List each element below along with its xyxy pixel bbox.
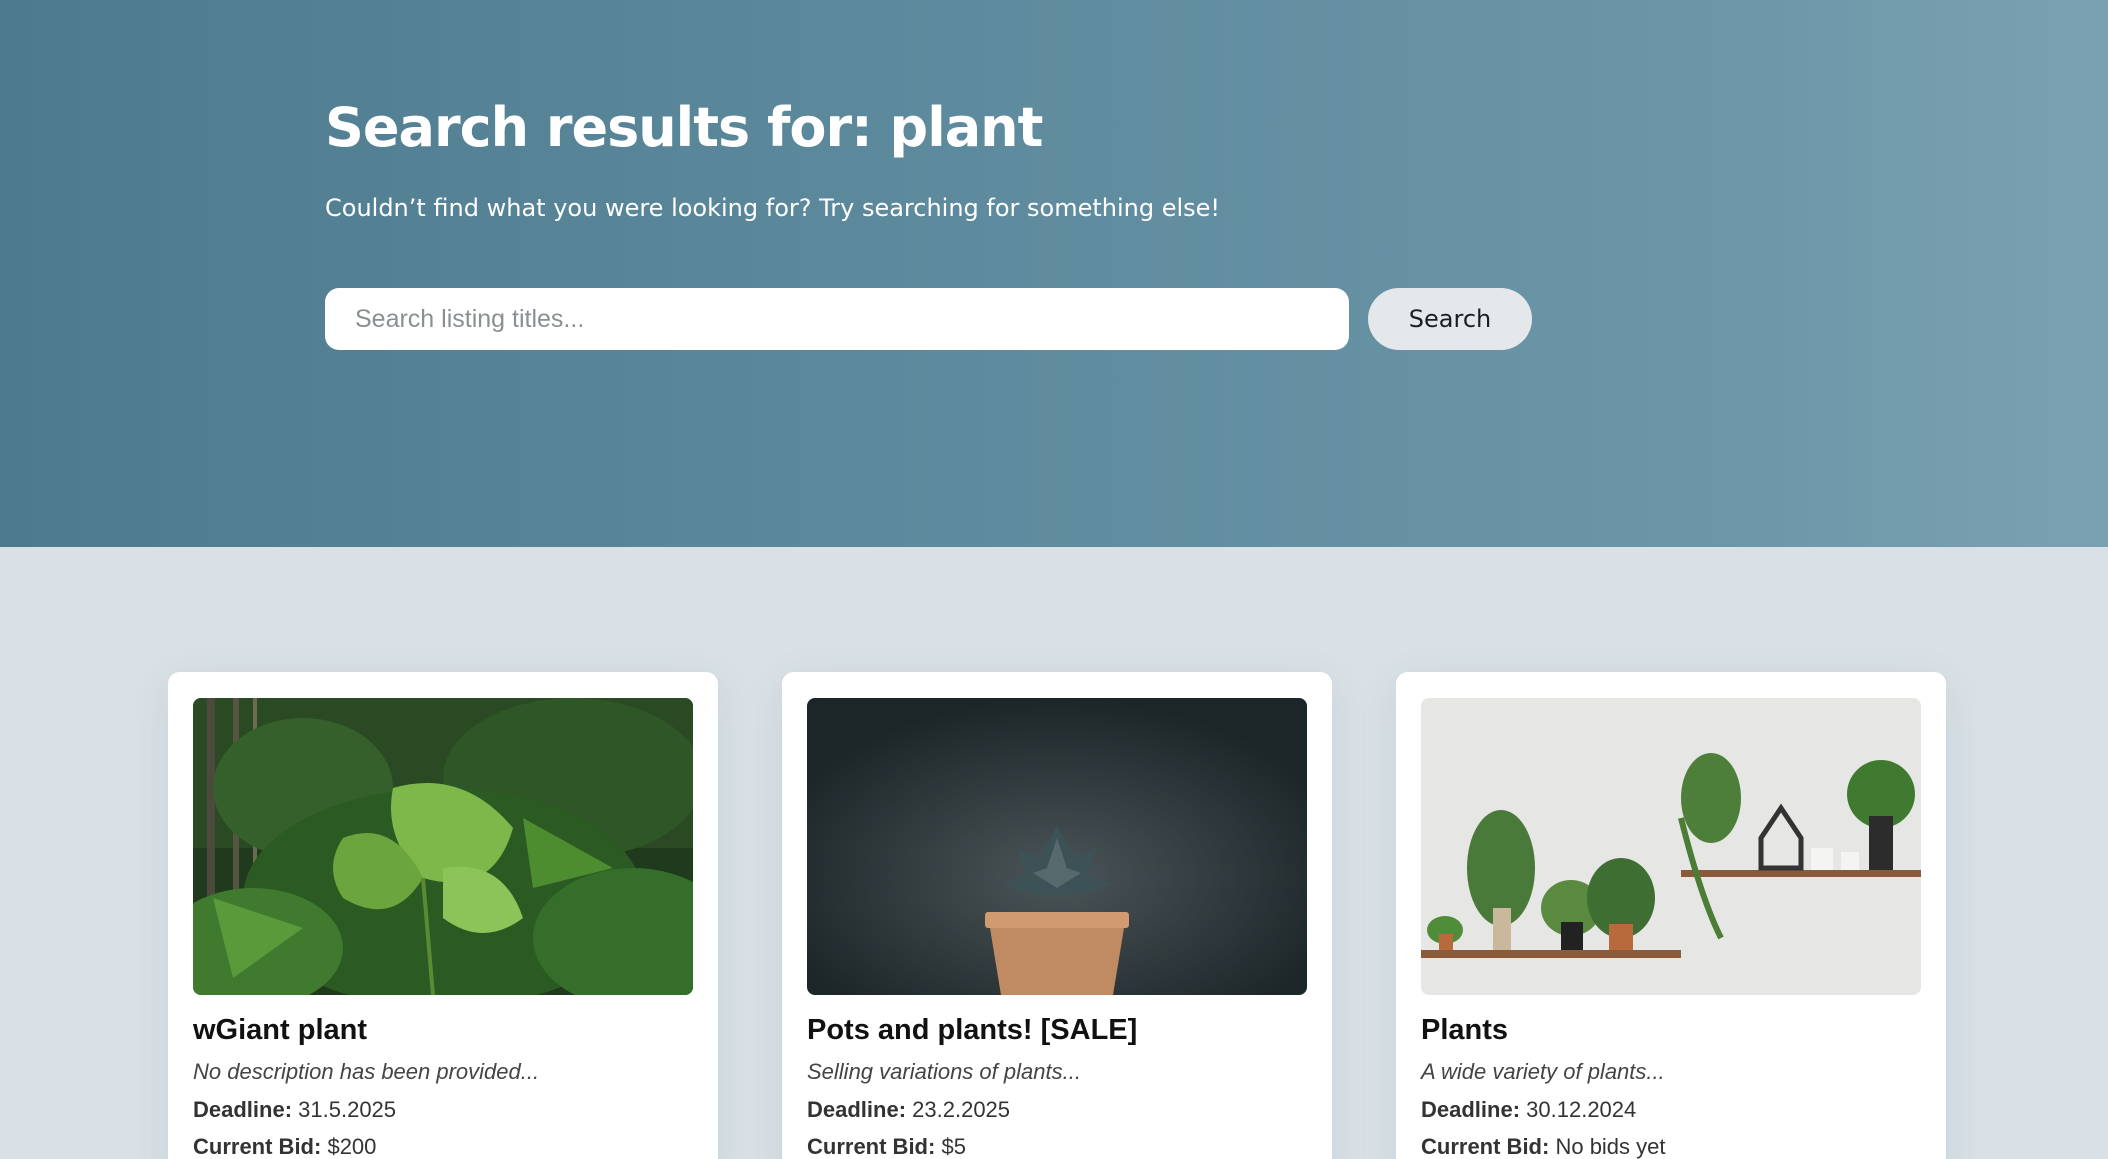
listing-card[interactable]: Plants A wide variety of plants... Deadl… — [1396, 672, 1946, 1159]
current-bid-value: $5 — [941, 1134, 966, 1159]
hero-banner: Search results for: plant Couldn’t find … — [0, 0, 2108, 547]
listing-image-shelves[interactable] — [1421, 698, 1921, 995]
deadline-value: 31.5.2025 — [298, 1097, 397, 1122]
listing-card[interactable]: wGiant plant No description has been pro… — [168, 672, 718, 1159]
search-form: Search — [325, 288, 1532, 350]
deadline-value: 23.2.2025 — [912, 1097, 1011, 1122]
listing-grid: wGiant plant No description has been pro… — [168, 672, 1946, 1159]
listing-title[interactable]: wGiant plant — [193, 1011, 693, 1049]
search-input[interactable] — [325, 288, 1349, 350]
deadline-label: Deadline: — [807, 1097, 907, 1122]
listing-image-succulent[interactable] — [807, 698, 1307, 995]
hero-content: Search results for: plant Couldn’t find … — [325, 90, 1565, 224]
listing-description: No description has been provided... — [193, 1059, 540, 1084]
listing-current-bid: Current Bid: $5 — [807, 1132, 1307, 1159]
deadline-label: Deadline: — [193, 1097, 293, 1122]
listing-description: A wide variety of plants... — [1421, 1059, 1665, 1084]
listing-current-bid: Current Bid: $200 — [193, 1132, 693, 1159]
current-bid-value: $200 — [327, 1134, 377, 1159]
listing-deadline: Deadline: 30.12.2024 — [1421, 1095, 1921, 1125]
listing-deadline: Deadline: 23.2.2025 — [807, 1095, 1307, 1125]
listing-current-bid: Current Bid: No bids yet — [1421, 1132, 1921, 1159]
listing-deadline: Deadline: 31.5.2025 — [193, 1095, 693, 1125]
page-title: Search results for: plant — [325, 96, 1043, 159]
listing-description: Selling variations of plants... — [807, 1059, 1081, 1084]
current-bid-label: Current Bid: — [807, 1134, 936, 1159]
hero-subtitle: Couldn’t find what you were looking for?… — [325, 194, 1221, 222]
listing-title[interactable]: Plants — [1421, 1011, 1921, 1049]
listing-image-jungle[interactable] — [193, 698, 693, 995]
search-button[interactable]: Search — [1368, 288, 1532, 350]
current-bid-label: Current Bid: — [1421, 1134, 1550, 1159]
listing-card[interactable]: Pots and plants! [SALE] Selling variatio… — [782, 672, 1332, 1159]
current-bid-value: No bids yet — [1555, 1134, 1666, 1159]
current-bid-label: Current Bid: — [193, 1134, 322, 1159]
deadline-label: Deadline: — [1421, 1097, 1521, 1122]
listing-title[interactable]: Pots and plants! [SALE] — [807, 1011, 1307, 1049]
deadline-value: 30.12.2024 — [1526, 1097, 1637, 1122]
